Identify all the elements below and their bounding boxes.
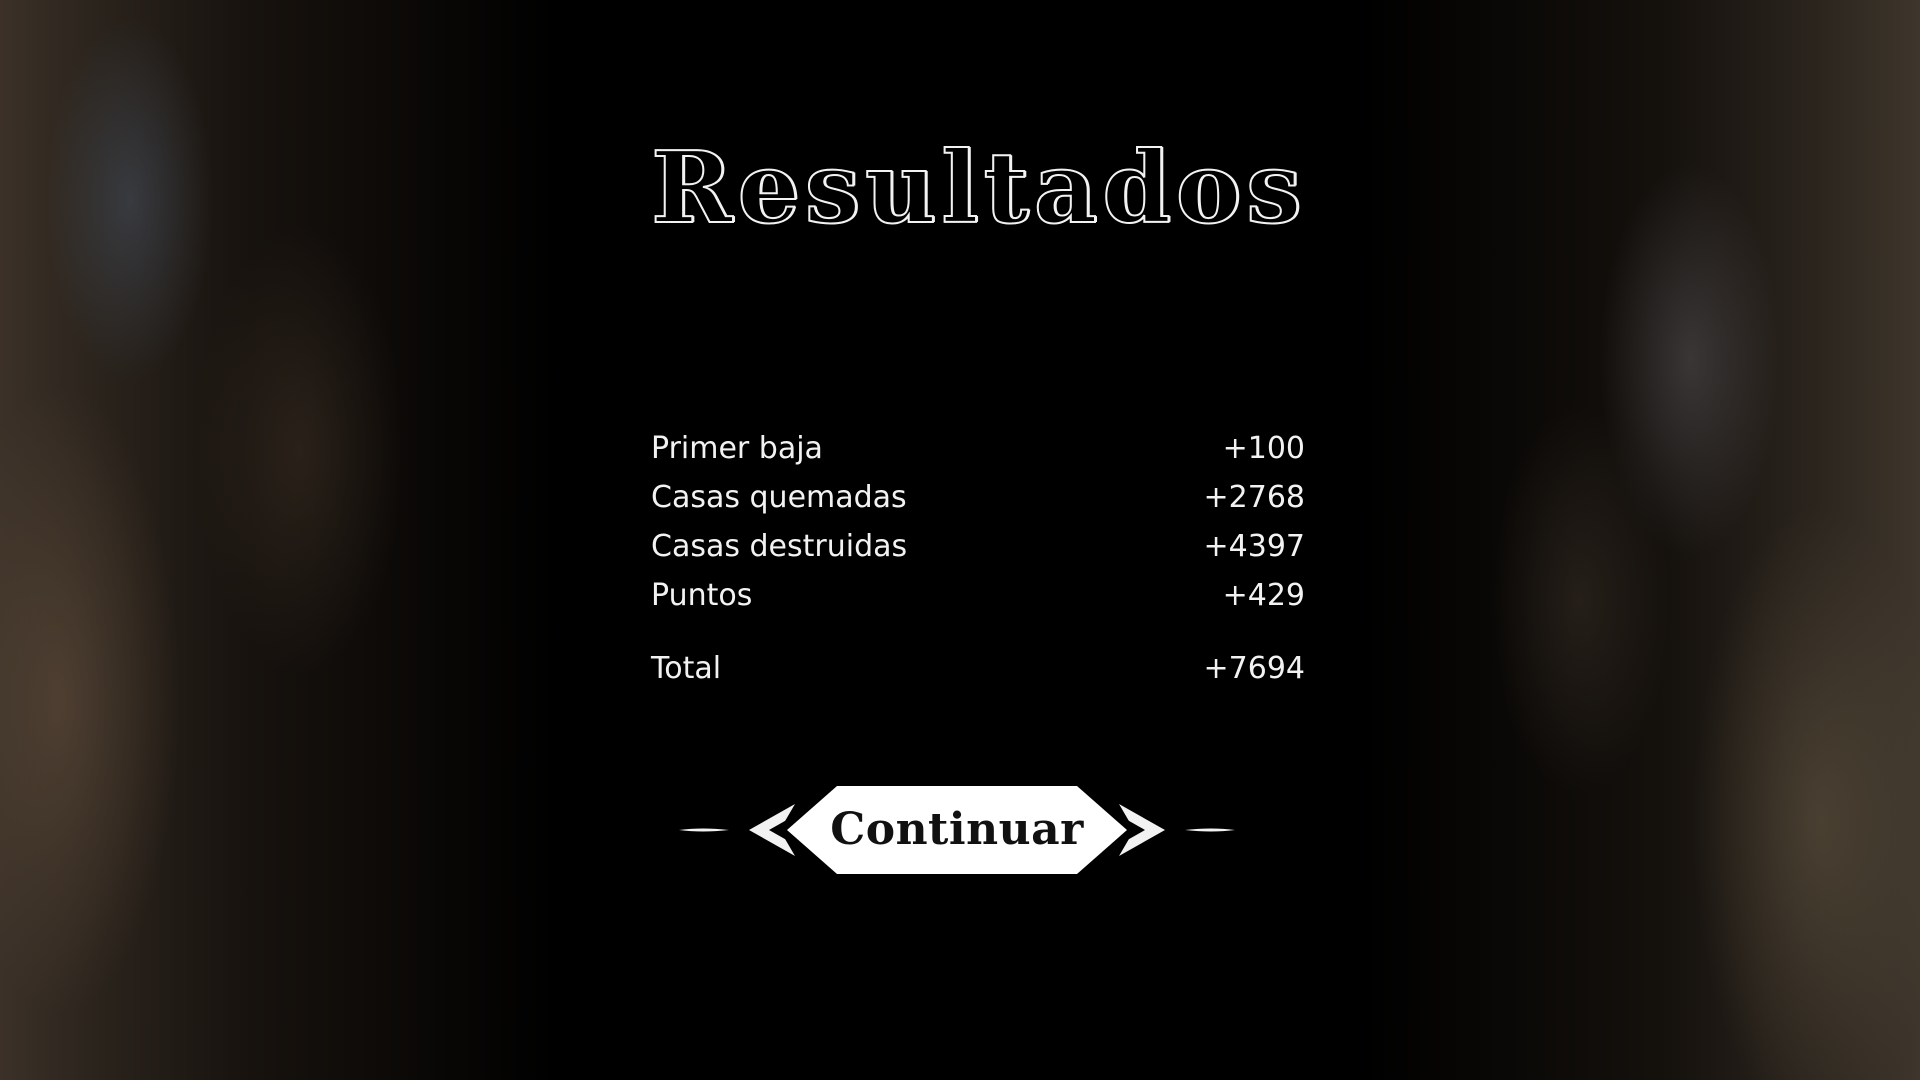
result-row-total: Total +7694 [651, 644, 1305, 693]
result-value: +4397 [1203, 529, 1305, 564]
blurred-background-left [0, 0, 560, 1080]
results-panel: Resultados Primer baja +100 Casas quemad… [650, 0, 1311, 1080]
result-row-burned-houses: Casas quemadas +2768 [651, 473, 1305, 522]
total-value: +7694 [1203, 651, 1305, 686]
page-title: Resultados [650, 131, 1307, 246]
result-value: +429 [1222, 578, 1305, 613]
total-label: Total [651, 651, 722, 686]
result-value: +2768 [1203, 480, 1305, 515]
result-label: Primer baja [651, 431, 823, 466]
result-value: +100 [1222, 431, 1305, 466]
results-list: Primer baja +100 Casas quemadas +2768 Ca… [651, 424, 1305, 693]
result-row-destroyed-houses: Casas destruidas +4397 [651, 522, 1305, 571]
result-label: Casas quemadas [651, 480, 907, 515]
result-row-points: Puntos +429 [651, 571, 1305, 620]
blurred-background-right [1360, 0, 1920, 1080]
result-label: Puntos [651, 578, 753, 613]
results-screen: Resultados Primer baja +100 Casas quemad… [0, 0, 1920, 1080]
continue-button[interactable]: Continuar [677, 782, 1237, 878]
result-label: Casas destruidas [651, 529, 908, 564]
result-row-first-kill: Primer baja +100 [651, 424, 1305, 473]
continue-button-label: Continuar [830, 804, 1084, 855]
